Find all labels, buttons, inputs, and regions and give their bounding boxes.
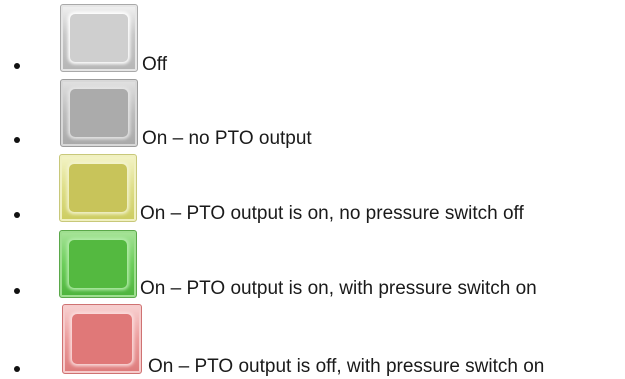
legend-label: On – PTO output is on, no pressure switc… (140, 203, 524, 224)
swatch-face (70, 14, 128, 62)
swatch-face (70, 89, 128, 137)
status-swatch-yellow (59, 154, 137, 222)
legend-label: On – no PTO output (142, 128, 312, 149)
swatch-face (69, 240, 127, 288)
bullet-icon (14, 366, 20, 372)
legend-item-output-pressure: On – PTO output is on, with pressure swi… (0, 225, 625, 301)
status-swatch-red (62, 304, 142, 374)
bullet-icon (14, 63, 20, 69)
legend-label: Off (142, 54, 167, 75)
status-legend-list: Off On – no PTO output On – PTO output i… (0, 0, 625, 379)
status-swatch-green (59, 230, 137, 298)
legend-item-output-no-pressure: On – PTO output is on, no pressure switc… (0, 150, 625, 226)
legend-item-off-pressure: On – PTO output is off, with pressure sw… (0, 302, 625, 378)
bullet-icon (14, 288, 20, 294)
legend-item-on-no-output: On – no PTO output (0, 75, 625, 151)
status-swatch-off (60, 4, 138, 72)
swatch-face (69, 164, 127, 212)
bullet-icon (14, 137, 20, 143)
swatch-face (72, 314, 132, 364)
legend-label: On – PTO output is on, with pressure swi… (140, 278, 537, 299)
bullet-icon (14, 212, 20, 218)
status-swatch-on (60, 79, 138, 147)
legend-item-off: Off (0, 0, 625, 76)
legend-label: On – PTO output is off, with pressure sw… (148, 356, 545, 377)
